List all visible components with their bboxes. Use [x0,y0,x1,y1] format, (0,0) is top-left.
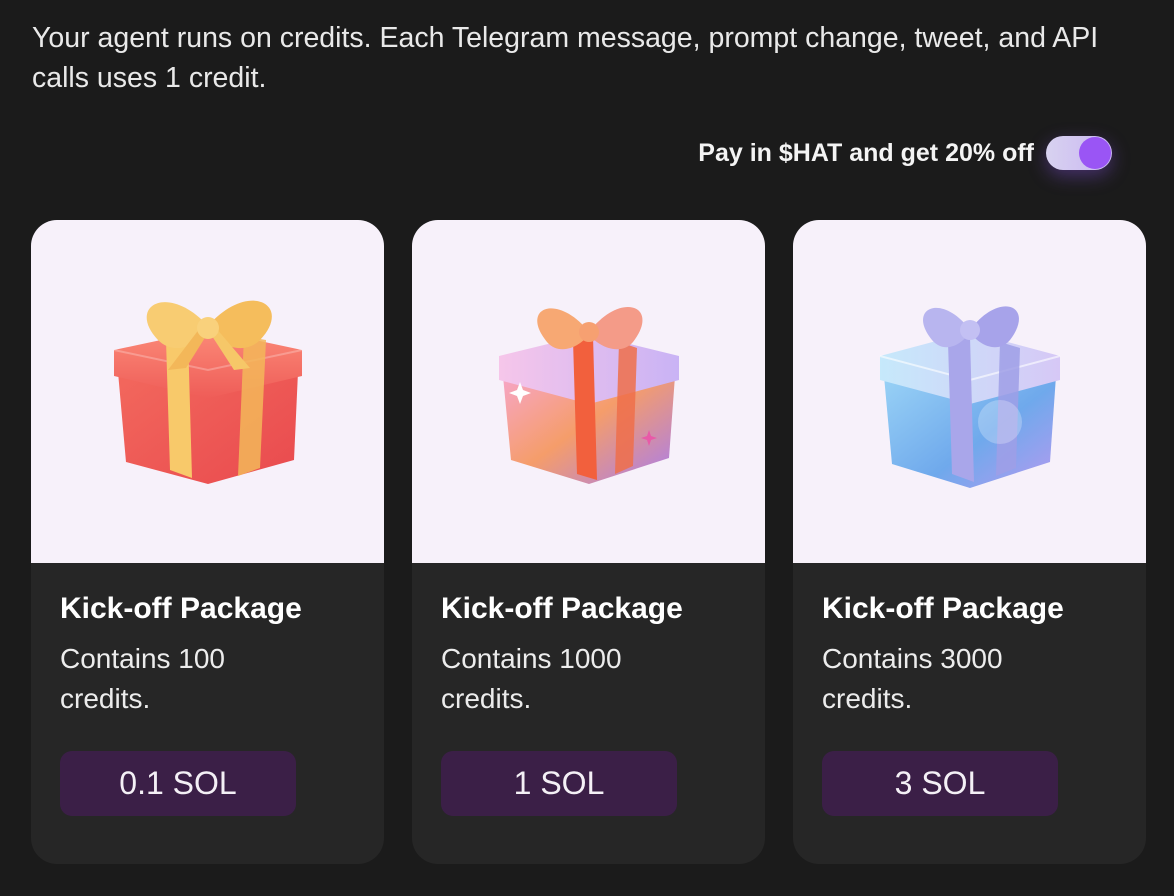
package-list: Kick-off Package Contains 100 credits. 0… [31,220,1146,864]
blue-crystal-gift-box-icon [879,305,1060,488]
package-title: Kick-off Package [60,592,302,625]
package-description: Contains 100 credits. [60,643,226,714]
toggle-knob [1079,137,1111,169]
package-image [793,220,1146,563]
package-description: Contains 1000 credits. [441,643,622,714]
package-card: Kick-off Package Contains 100 credits. 0… [31,220,384,864]
hat-discount-toggle[interactable] [1046,136,1112,170]
package-card: Kick-off Package Contains 1000 credits. … [412,220,765,864]
red-gift-box-icon [113,300,302,484]
package-title: Kick-off Package [822,592,1064,625]
buy-package-button[interactable]: 0.1 SOL [60,751,296,816]
buy-package-button[interactable]: 1 SOL [441,751,677,816]
hat-discount-label: Pay in $HAT and get 20% off [698,138,1034,167]
credits-intro-text: Your agent runs on credits. Each Telegra… [32,22,1099,94]
credits-page: Your agent runs on credits. Each Telegra… [0,0,1174,896]
buy-package-button[interactable]: 3 SOL [822,751,1058,816]
package-title: Kick-off Package [441,592,683,625]
package-card: Kick-off Package Contains 3000 credits. … [793,220,1146,864]
package-image [31,220,384,563]
iridescent-gift-box-icon [498,306,679,484]
hat-discount-row: Pay in $HAT and get 20% off [698,136,1112,170]
package-description: Contains 3000 credits. [822,643,1003,714]
package-image [412,220,765,563]
